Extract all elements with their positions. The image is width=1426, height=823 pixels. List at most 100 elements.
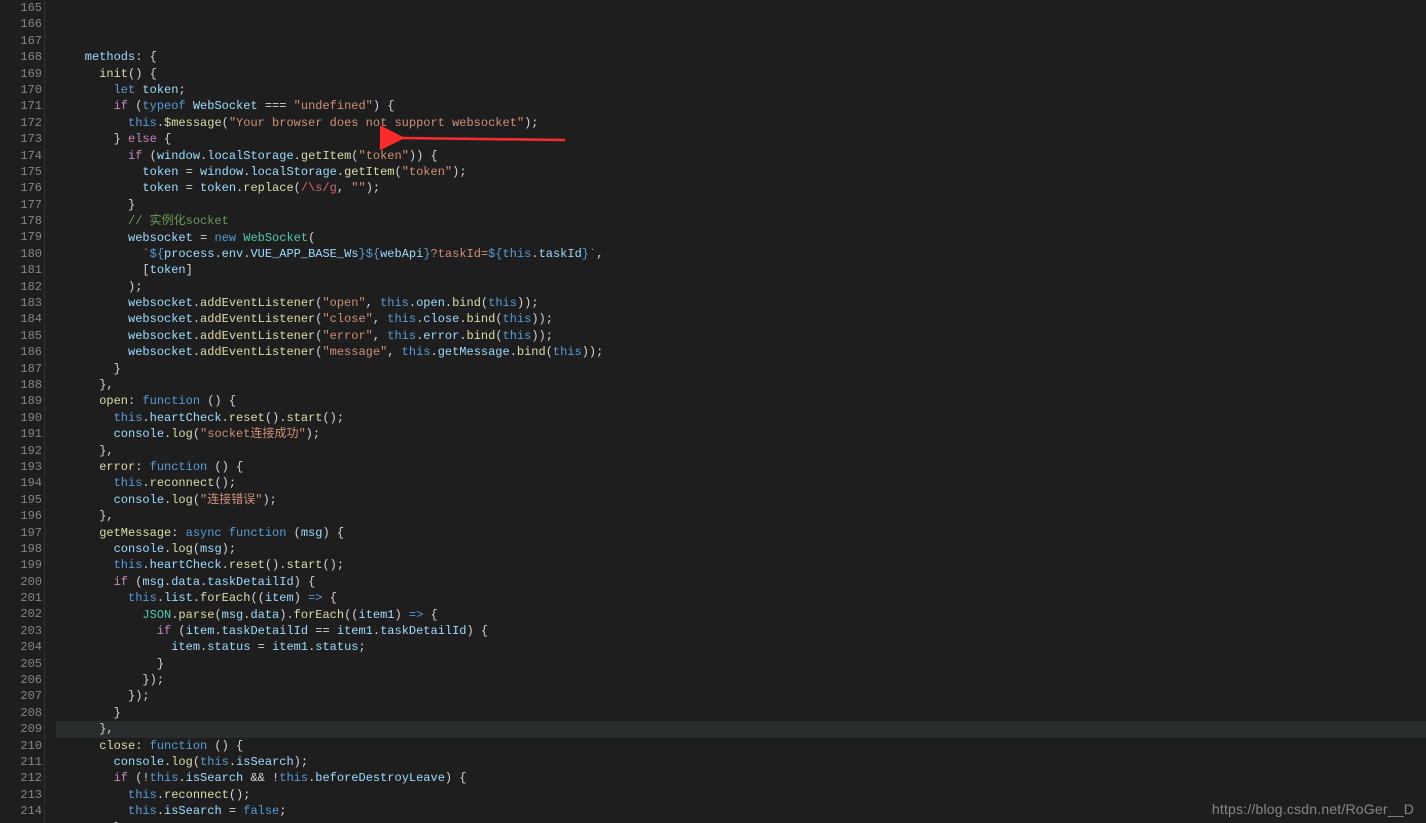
token-pun: . [229, 755, 236, 769]
token-pun: [ [56, 263, 150, 277]
code-line[interactable]: }, [56, 508, 1426, 524]
token-str: "token" [402, 165, 452, 179]
code-line[interactable]: `${process.env.VUE_APP_BASE_Ws}${webApi}… [56, 246, 1426, 262]
token-id: websocket [56, 231, 193, 245]
line-number: 207 [0, 688, 42, 704]
token-kw: new [214, 231, 243, 245]
token-pun: ) { [294, 575, 316, 589]
code-line[interactable]: JSON.parse(msg.data).forEach((item1) => … [56, 607, 1426, 623]
token-kw: this [503, 329, 532, 343]
code-line[interactable]: console.log(this.isSearch); [56, 754, 1426, 770]
code-line[interactable]: if (item.taskDetailId == item1.taskDetai… [56, 623, 1426, 639]
code-line[interactable]: this.reconnect(); [56, 475, 1426, 491]
code-line[interactable]: websocket.addEventListener("open", this.… [56, 295, 1426, 311]
token-pun: . [157, 804, 164, 818]
code-line[interactable]: }, [56, 721, 1426, 737]
code-line[interactable]: websocket.addEventListener("message", th… [56, 344, 1426, 360]
token-fn: parse [178, 608, 214, 622]
code-line[interactable]: if (window.localStorage.getItem("token")… [56, 148, 1426, 164]
token-pun: = [178, 165, 200, 179]
code-line[interactable]: ); [56, 279, 1426, 295]
code-line[interactable]: } [56, 197, 1426, 213]
token-str: "Your browser does not support websocket… [229, 116, 524, 130]
token-id: taskDetailId [207, 575, 293, 589]
token-id: localStorage [250, 165, 336, 179]
line-number: 206 [0, 672, 42, 688]
code-line[interactable]: close: function () { [56, 738, 1426, 754]
code-line[interactable]: console.log("连接错误"); [56, 492, 1426, 508]
code-line[interactable]: token = token.replace(/\s/g, ""); [56, 180, 1426, 196]
code-line[interactable]: this.$message("Your browser does not sup… [56, 115, 1426, 131]
code-editor[interactable]: 1651661671681691701711721731741751761771… [0, 0, 1426, 823]
code-line[interactable]: console.log(msg); [56, 541, 1426, 557]
token-id: token [56, 181, 178, 195]
token-pun: . [142, 558, 149, 572]
code-line[interactable]: getMessage: async function (msg) { [56, 525, 1426, 541]
token-kw: this [56, 804, 157, 818]
token-tmpl: }${ [359, 247, 381, 261]
token-tmpl: ${ [488, 247, 502, 261]
token-fn: addEventListener [200, 312, 315, 326]
token-kw: this [279, 771, 308, 785]
code-line[interactable]: this.list.forEach((item) => { [56, 590, 1426, 606]
token-pun: ( [193, 493, 200, 507]
code-line[interactable]: [token] [56, 262, 1426, 278]
code-line[interactable]: if (msg.data.taskDetailId) { [56, 574, 1426, 590]
line-number: 188 [0, 377, 42, 393]
line-number: 196 [0, 508, 42, 524]
line-number: 200 [0, 574, 42, 590]
code-line[interactable]: websocket.addEventListener("error", this… [56, 328, 1426, 344]
token-cmt: // 实例化socket [56, 214, 229, 228]
token-kw: => [409, 608, 423, 622]
code-line[interactable]: websocket.addEventListener("close", this… [56, 311, 1426, 327]
token-pun: ( [546, 345, 553, 359]
token-pun: ); [452, 165, 466, 179]
code-line[interactable]: websocket = new WebSocket( [56, 230, 1426, 246]
token-fn: bind [467, 329, 496, 343]
code-line[interactable]: error: function () { [56, 459, 1426, 475]
code-line[interactable]: }); [56, 688, 1426, 704]
code-line[interactable]: }); [56, 672, 1426, 688]
code-line[interactable]: // 实例化socket [56, 213, 1426, 229]
token-pun: () { [207, 460, 243, 474]
token-kw: async function [186, 526, 287, 540]
code-line[interactable]: methods: { [56, 49, 1426, 65]
token-kw: => [308, 591, 322, 605]
code-line[interactable]: this.heartCheck.reset().start(); [56, 410, 1426, 426]
token-pun: : [135, 739, 149, 753]
line-number: 190 [0, 410, 42, 426]
code-line[interactable]: this.heartCheck.reset().start(); [56, 557, 1426, 573]
token-pun: )); [517, 296, 539, 310]
code-line[interactable]: } [56, 361, 1426, 377]
code-area[interactable]: methods: { init() { let token; if (typeo… [56, 0, 1426, 823]
code-line[interactable]: token = window.localStorage.getItem("tok… [56, 164, 1426, 180]
code-line[interactable]: } else { [56, 131, 1426, 147]
code-line[interactable]: open: function () { [56, 393, 1426, 409]
token-pun: ) [294, 591, 308, 605]
code-line[interactable]: } [56, 705, 1426, 721]
code-line[interactable]: let token; [56, 82, 1426, 98]
token-pun: . [459, 312, 466, 326]
token-pun: ( [495, 312, 502, 326]
token-id: token [200, 181, 236, 195]
token-pun: . [193, 345, 200, 359]
code-line[interactable]: }, [56, 377, 1426, 393]
token-id: isSearch [164, 804, 222, 818]
token-pun: , [373, 329, 387, 343]
token-kw: this [150, 771, 179, 785]
code-line[interactable]: if (typeof WebSocket === "undefined") { [56, 98, 1426, 114]
gutter-divider [44, 0, 45, 823]
code-line[interactable]: init() { [56, 66, 1426, 82]
line-number: 209 [0, 721, 42, 737]
token-pun: . [294, 149, 301, 163]
code-line[interactable]: console.log("socket连接成功"); [56, 426, 1426, 442]
code-line[interactable]: }, [56, 443, 1426, 459]
token-id: close [423, 312, 459, 326]
code-line[interactable]: } [56, 656, 1426, 672]
code-line[interactable]: item.status = item1.status; [56, 639, 1426, 655]
line-number: 171 [0, 98, 42, 114]
code-line[interactable]: } [56, 820, 1426, 823]
line-number: 168 [0, 49, 42, 65]
line-number: 167 [0, 33, 42, 49]
code-line[interactable]: if (!this.isSearch && !this.beforeDestro… [56, 770, 1426, 786]
